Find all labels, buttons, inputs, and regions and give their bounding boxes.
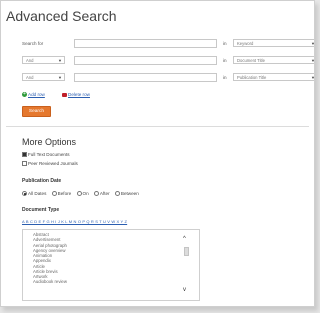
search-input-2[interactable] bbox=[74, 56, 217, 65]
radio-on[interactable]: On bbox=[76, 191, 89, 197]
search-input-1[interactable] bbox=[74, 39, 217, 48]
scrollbar-thumb[interactable] bbox=[184, 247, 189, 256]
scroll-down-icon[interactable]: v bbox=[183, 287, 186, 293]
add-row-label: Add row bbox=[28, 92, 45, 97]
in-label-1: in bbox=[223, 41, 227, 46]
document-type-heading: Document Type bbox=[22, 207, 60, 213]
document-type-listbox[interactable]: Abstract Advertisement Aerial photograph… bbox=[22, 229, 200, 301]
radio-after-label: After bbox=[99, 191, 110, 196]
checkbox-icon bbox=[22, 161, 27, 167]
radio-between-label: Between bbox=[120, 191, 139, 196]
radio-all-dates[interactable]: All Dates bbox=[22, 191, 47, 197]
advanced-search-panel: Advanced Search Search for in Keyword ▼ … bbox=[0, 0, 315, 307]
chevron-down-icon: ▼ bbox=[311, 75, 315, 80]
publication-date-options: All Dates Before On After Between bbox=[22, 191, 143, 197]
field-select-2-value: Document Title bbox=[237, 58, 265, 63]
chevron-down-icon: ▼ bbox=[311, 58, 315, 63]
chevron-down-icon: ▼ bbox=[311, 41, 315, 46]
radio-icon bbox=[93, 191, 99, 197]
radio-before[interactable]: Before bbox=[51, 191, 72, 197]
checkbox-peer-reviewed-label: Peer Reviewed Journals bbox=[28, 161, 78, 166]
field-select-2[interactable]: Document Title ▼ bbox=[233, 56, 315, 64]
field-select-1[interactable]: Keyword ▼ bbox=[233, 39, 315, 47]
radio-icon bbox=[22, 191, 27, 197]
radio-icon bbox=[76, 191, 82, 197]
radio-between[interactable]: Between bbox=[114, 191, 139, 197]
search-for-label: Search for bbox=[22, 41, 44, 46]
minus-icon bbox=[62, 92, 67, 97]
checkbox-icon bbox=[22, 152, 27, 158]
checkbox-peer-reviewed[interactable]: Peer Reviewed Journals bbox=[22, 161, 78, 167]
field-select-3[interactable]: Publication Title ▼ bbox=[233, 73, 315, 81]
publication-date-heading: Publication Date bbox=[22, 178, 62, 184]
operator-select-3[interactable]: And ▼ bbox=[22, 73, 65, 81]
more-options-heading: More Options bbox=[22, 137, 77, 147]
radio-on-label: On bbox=[82, 191, 89, 196]
radio-icon bbox=[114, 191, 120, 197]
operator-select-3-value: And bbox=[26, 75, 34, 80]
operator-select-2-value: And bbox=[26, 58, 34, 63]
plus-icon: + bbox=[22, 91, 27, 98]
list-item[interactable]: Audiobook review bbox=[33, 279, 199, 284]
chevron-down-icon: ▼ bbox=[58, 75, 62, 80]
scroll-up-icon[interactable]: ^ bbox=[183, 236, 186, 242]
page-title: Advanced Search bbox=[6, 8, 117, 24]
radio-icon bbox=[51, 191, 57, 197]
search-button[interactable]: Search bbox=[22, 106, 51, 117]
divider bbox=[6, 126, 309, 127]
radio-after[interactable]: After bbox=[93, 191, 110, 197]
alphabet-filter[interactable]: A B C D E F G H I J K L M N O P Q R S T … bbox=[22, 219, 127, 224]
in-label-3: in bbox=[223, 75, 227, 80]
radio-all-dates-label: All Dates bbox=[28, 191, 47, 196]
add-row-link[interactable]: + Add row bbox=[22, 91, 45, 98]
field-select-1-value: Keyword bbox=[237, 41, 254, 46]
field-select-3-value: Publication Title bbox=[237, 75, 267, 80]
chevron-down-icon: ▼ bbox=[58, 58, 62, 63]
search-input-3[interactable] bbox=[74, 73, 217, 82]
operator-select-2[interactable]: And ▼ bbox=[22, 56, 65, 64]
radio-before-label: Before bbox=[57, 191, 72, 196]
delete-row-link[interactable]: Delete row bbox=[62, 92, 90, 97]
in-label-2: in bbox=[223, 58, 227, 63]
delete-row-label: Delete row bbox=[68, 92, 90, 97]
checkbox-full-text-label: Full Text Documents bbox=[28, 152, 70, 157]
checkbox-full-text[interactable]: Full Text Documents bbox=[22, 152, 70, 158]
